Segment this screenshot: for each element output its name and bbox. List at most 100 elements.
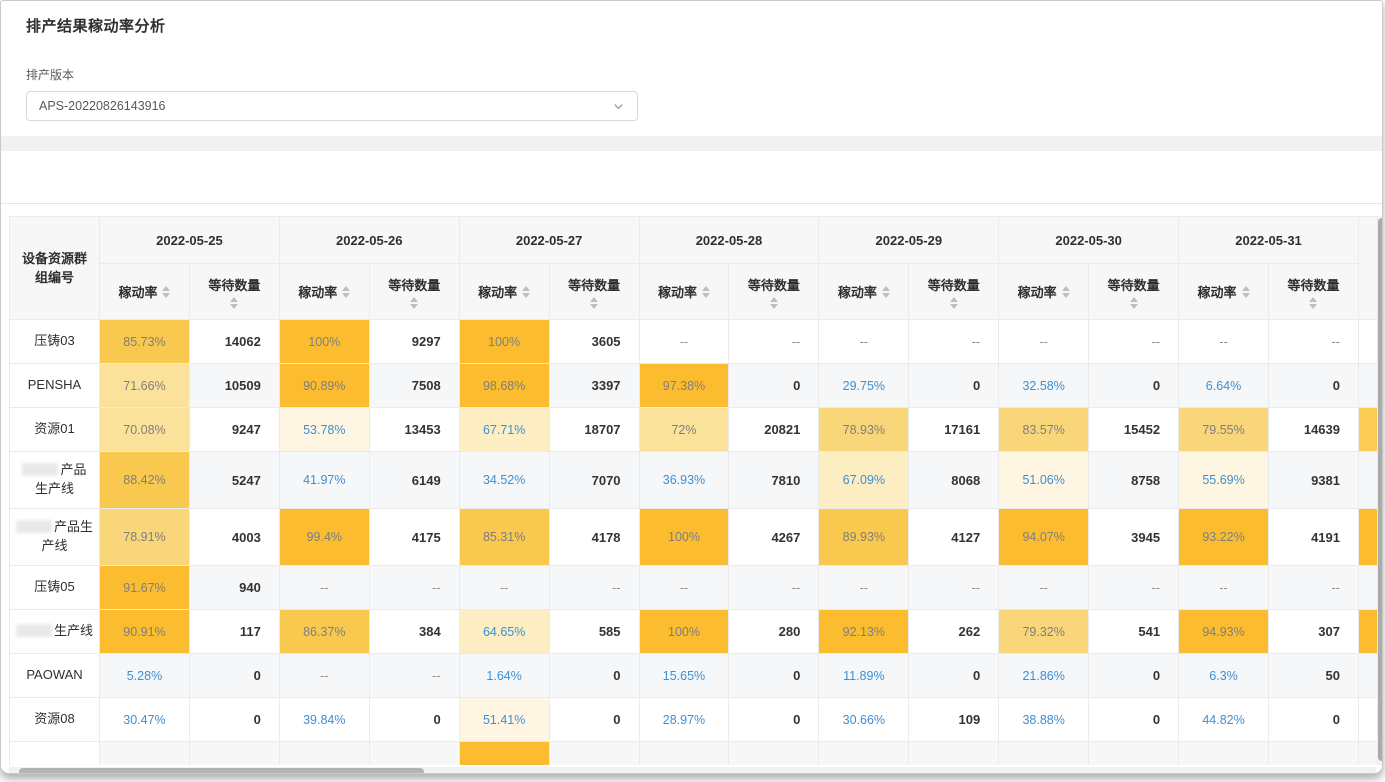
rate-cell: 90.91% [100,610,190,654]
wait-header-content: 等待数量 [729,275,818,309]
rate-cell: 86.37% [279,610,369,654]
sort-caret-up [590,297,598,302]
resource-name-cell: 压铸03 [10,320,100,364]
table-viewport: 设备资源群组编号2022-05-252022-05-262022-05-2720… [9,216,1378,765]
sort-icon[interactable] [590,297,598,309]
wait-column-header[interactable]: 等待数量 [729,264,819,320]
wait-cell: 3605 [549,320,639,364]
sort-icon[interactable] [230,297,238,309]
wait-cell: 0 [1089,364,1179,408]
redacted-text [22,463,58,476]
sort-icon[interactable] [522,286,530,298]
wait-cell: 280 [729,610,819,654]
sort-icon[interactable] [770,297,778,309]
next-date-sliver-cell [1359,654,1378,698]
wait-cell: 5247 [189,452,279,509]
rate-cell: 99.4% [279,509,369,566]
rate-cell: 55.69% [1179,452,1269,509]
sort-icon[interactable] [162,286,170,298]
date-column-header: 2022-05-27 [459,217,639,264]
rate-cell: 41.97% [279,452,369,509]
wait-cell: 9247 [189,408,279,452]
wait-cell: 4191 [1268,509,1358,566]
rate-cell: 72% [639,408,729,452]
wait-cell: 0 [369,698,459,742]
sort-icon[interactable] [1242,286,1250,298]
rate-column-header[interactable]: 稼动率 [819,264,909,320]
next-date-sliver-cell [1359,698,1378,742]
rate-cell: 28.97% [639,698,729,742]
date-column-header: 2022-05-25 [100,217,280,264]
rate-cell: 88.42% [100,452,190,509]
table-header: 设备资源群组编号2022-05-252022-05-262022-05-2720… [10,217,1378,320]
wait-cell: 384 [369,610,459,654]
sort-icon[interactable] [882,286,890,298]
wait-cell [729,742,819,766]
wait-column-header[interactable]: 等待数量 [909,264,999,320]
vertical-scrollbar-thumb[interactable] [1378,218,1383,761]
sort-icon[interactable] [410,297,418,309]
rate-column-header[interactable]: 稼动率 [100,264,190,320]
wait-cell: 0 [1089,654,1179,698]
rate-cell: -- [279,566,369,610]
sort-icon[interactable] [342,286,350,298]
resource-name-cell: 产品生产线 [10,452,100,509]
horizontal-scrollbar[interactable] [9,767,1376,774]
rate-column-header[interactable]: 稼动率 [279,264,369,320]
next-date-sliver-cell [1359,364,1378,408]
rate-cell: -- [279,654,369,698]
wait-cell: 9297 [369,320,459,364]
analysis-section: 设备资源群组编号2022-05-252022-05-262022-05-2720… [1,151,1382,774]
rate-cell: 100% [639,610,729,654]
table-zone: 设备资源群组编号2022-05-252022-05-262022-05-2720… [9,216,1383,765]
rate-header-content: 稼动率 [640,282,729,301]
sort-icon[interactable] [1309,297,1317,309]
next-date-sliver-cell [1359,566,1378,610]
wait-column-header[interactable]: 等待数量 [1089,264,1179,320]
rate-cell: 83.57% [999,408,1089,452]
wait-cell: -- [909,566,999,610]
sort-caret-up [230,297,238,302]
wait-column-header[interactable]: 等待数量 [1268,264,1358,320]
wait-cell: 0 [729,698,819,742]
sort-icon[interactable] [1062,286,1070,298]
horizontal-scrollbar-thumb[interactable] [19,768,424,774]
resource-name-cell: 产品生产线 [10,509,100,566]
table-body: 压铸0385.73%14062100%9297100%3605---------… [10,320,1378,766]
wait-column-header[interactable]: 等待数量 [189,264,279,320]
rate-cell: -- [639,320,729,364]
wait-cell: 8068 [909,452,999,509]
wait-cell: -- [729,566,819,610]
sort-caret-down [590,304,598,309]
rate-cell [999,742,1089,766]
sort-icon[interactable] [1130,297,1138,309]
wait-cell: 0 [1089,698,1179,742]
rate-cell: 39.84% [279,698,369,742]
wait-column-header[interactable]: 等待数量 [549,264,639,320]
wait-cell: 0 [1268,364,1358,408]
wait-column-header[interactable]: 等待数量 [369,264,459,320]
rate-cell: 6.3% [1179,654,1269,698]
sort-caret-down [522,293,530,298]
version-select[interactable]: APS-20220826143916 [26,91,638,121]
wait-cell [189,742,279,766]
rate-cell: 38.88% [999,698,1089,742]
rate-column-header[interactable]: 稼动率 [1179,264,1269,320]
rate-cell [819,742,909,766]
sort-caret-down [1130,304,1138,309]
rate-column-header[interactable]: 稼动率 [459,264,549,320]
wait-cell: 0 [189,654,279,698]
rate-column-header[interactable]: 稼动率 [999,264,1089,320]
rate-cell [279,742,369,766]
resource-name-cell: PENSHA [10,364,100,408]
sort-icon[interactable] [950,297,958,309]
vertical-scrollbar[interactable] [1378,216,1383,765]
table-row: 资源0170.08%924753.78%1345367.71%1870772%2… [10,408,1378,452]
wait-cell: 0 [549,654,639,698]
wait-header-content: 等待数量 [370,275,459,309]
wait-cell: 7810 [729,452,819,509]
sort-icon[interactable] [702,286,710,298]
wait-cell: 7070 [549,452,639,509]
rate-column-header[interactable]: 稼动率 [639,264,729,320]
wait-cell: 14639 [1268,408,1358,452]
